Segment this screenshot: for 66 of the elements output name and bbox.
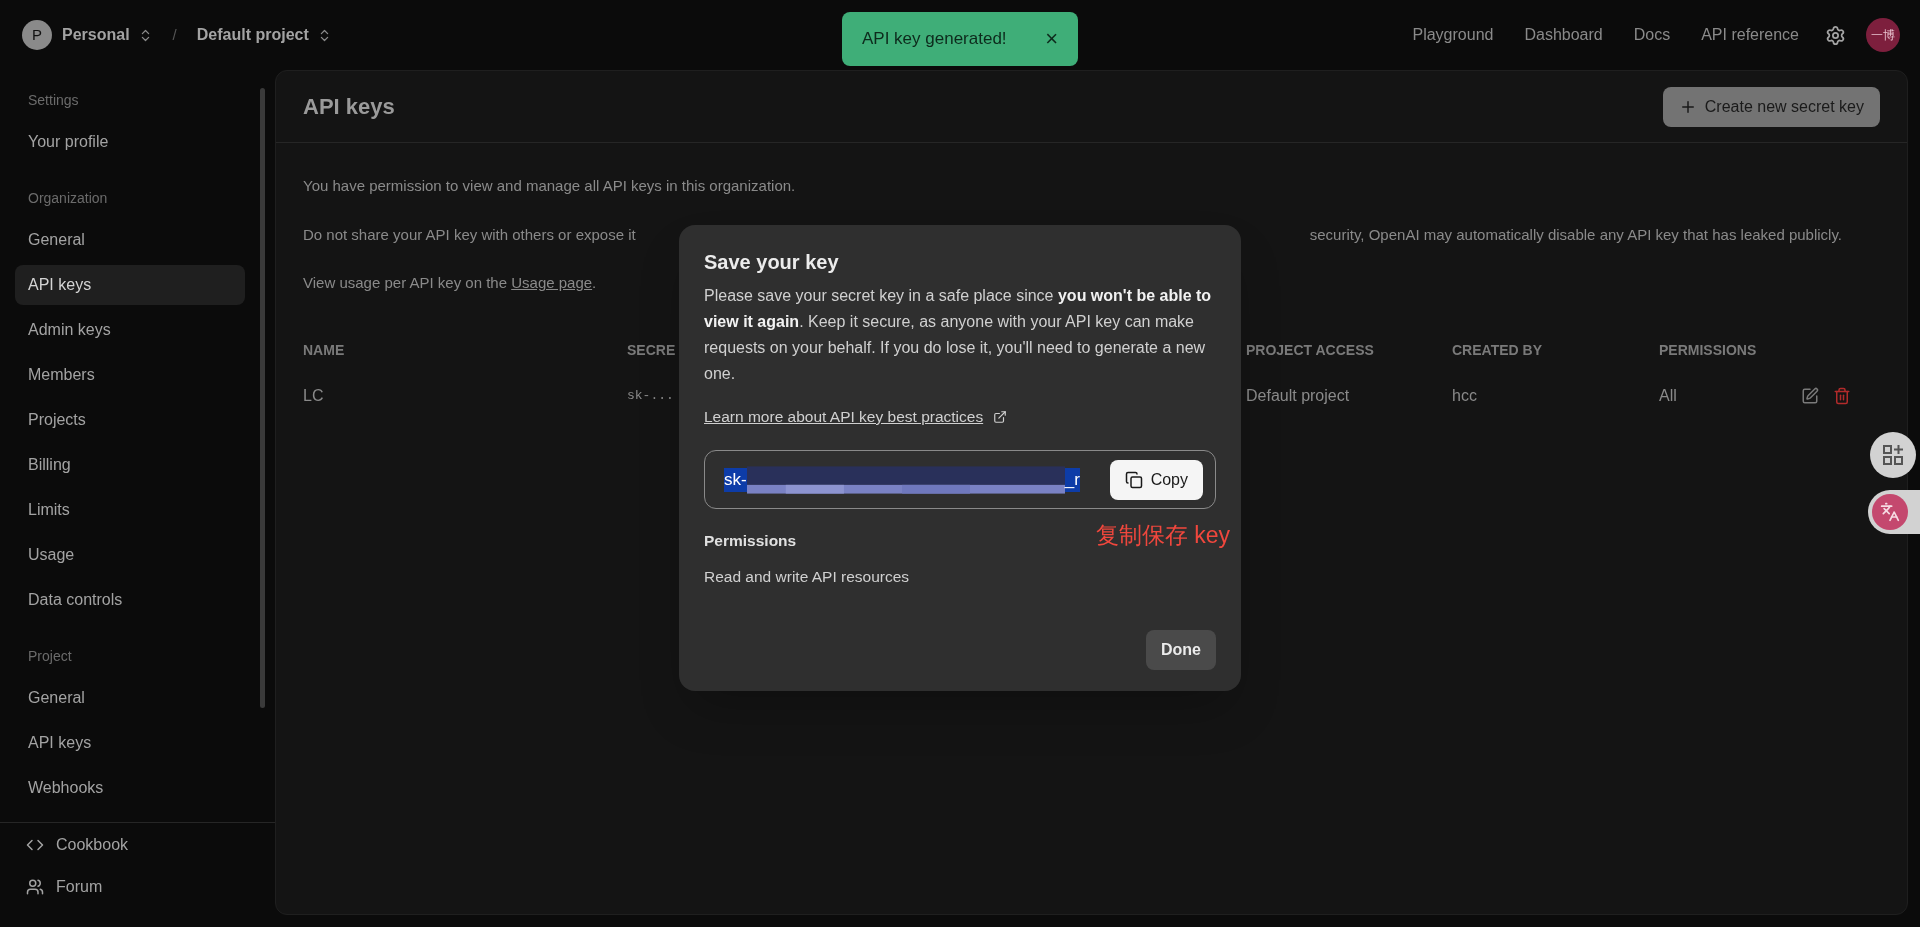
- user-avatar[interactable]: 一博: [1866, 18, 1900, 52]
- sidebar-item[interactable]: Limits: [15, 490, 245, 530]
- sidebar-item[interactable]: Your profile: [15, 122, 245, 162]
- translate-button[interactable]: [1868, 490, 1920, 534]
- table-cell-text: All: [1659, 385, 1677, 406]
- sidebar-item[interactable]: Admin keys: [15, 310, 245, 350]
- breadcrumb-separator: /: [172, 24, 177, 45]
- section-heading: Project: [27, 647, 73, 666]
- scrollbar[interactable]: [260, 88, 265, 708]
- nav-link[interactable]: Playground: [1412, 23, 1494, 47]
- column-header: PROJECT ACCESS: [1246, 341, 1374, 360]
- column-header: PERMISSIONS: [1659, 341, 1757, 360]
- footer-link[interactable]: Cookbook: [56, 833, 129, 857]
- project-switcher[interactable]: Default project: [196, 23, 309, 47]
- translate-icon: [1880, 502, 1900, 522]
- footer-link[interactable]: Forum: [56, 875, 103, 899]
- column-header: NAME: [303, 341, 345, 360]
- dialog-message: Please save your secret key in a safe place since you won't be able to view it again. Keep it secure, as anyone with your API key can make requests on your behalf. If you do lose it, you'll need to generate a new one.: [704, 286, 1213, 384]
- sidebar-item[interactable]: API keys: [15, 723, 245, 763]
- people-icon: [26, 878, 44, 896]
- org-switcher[interactable]: Personal: [62, 23, 130, 47]
- column-header: SECRE: [627, 341, 676, 360]
- sidebar-item[interactable]: Usage: [15, 535, 245, 575]
- edit-icon[interactable]: [1801, 386, 1819, 405]
- best-practices-link[interactable]: Learn more about API key best practices: [704, 405, 984, 429]
- nav-link[interactable]: Docs: [1633, 23, 1671, 47]
- org-avatar[interactable]: P: [22, 20, 52, 50]
- usage-link[interactable]: Usage page: [511, 274, 593, 291]
- table-cell-text: hcc: [1452, 385, 1477, 406]
- sidebar-item[interactable]: Data controls: [15, 580, 245, 620]
- trash-icon[interactable]: [1833, 386, 1851, 405]
- sidebar-item[interactable]: Billing: [15, 445, 245, 485]
- sidebar-item[interactable]: General: [15, 220, 245, 260]
- section-heading: Organization: [27, 189, 109, 208]
- nav-link[interactable]: API reference: [1701, 23, 1799, 47]
- secret-key-field[interactable]: sk- _r Copy: [704, 450, 1216, 510]
- sidebar-item[interactable]: General: [15, 678, 245, 718]
- copy-icon: [1124, 470, 1143, 489]
- usage-note: View usage per API key on the Usage page.: [303, 273, 597, 293]
- sidebar-item[interactable]: Webhooks: [15, 768, 245, 808]
- key-text: sk-: [724, 467, 747, 492]
- sidebar-item[interactable]: Members: [15, 355, 245, 395]
- create-key-button[interactable]: Create new secret key: [1662, 86, 1880, 127]
- settings-icon[interactable]: [1825, 24, 1846, 46]
- annotation-text: 复制保存 key: [1095, 520, 1230, 550]
- sidebar-item[interactable]: Projects: [15, 400, 245, 440]
- done-button[interactable]: Done: [1146, 629, 1216, 670]
- permissions-value: Read and write API resources: [704, 566, 911, 587]
- external-link-icon: [993, 409, 1008, 424]
- table-cell-text: sk-...: [627, 386, 674, 405]
- permissions-heading: Permissions: [704, 531, 797, 552]
- copy-button[interactable]: Copy: [1109, 459, 1203, 500]
- nav-link[interactable]: Dashboard: [1524, 23, 1603, 47]
- table-cell-text: Default project: [1246, 385, 1350, 406]
- close-button[interactable]: ×: [1045, 28, 1058, 50]
- grid-plus-icon: [1882, 444, 1904, 466]
- section-heading: Settings: [27, 91, 80, 110]
- permission-note: You have permission to view and manage all API keys in this organization.: [303, 176, 796, 196]
- table-cell-text: LC: [303, 385, 324, 406]
- sidebar-item[interactable]: API keys: [15, 265, 245, 305]
- column-header: CREATED BY: [1452, 341, 1542, 360]
- dialog-title: Save your key: [704, 250, 840, 275]
- warning-text: Do not share your API key with others or expose it: [303, 224, 636, 245]
- toast-message: API key generated!: [862, 28, 1007, 51]
- warning-text: security, OpenAI may automatically disable any API key that has leaked publicly.: [1309, 224, 1842, 245]
- page-title: API keys: [303, 93, 395, 121]
